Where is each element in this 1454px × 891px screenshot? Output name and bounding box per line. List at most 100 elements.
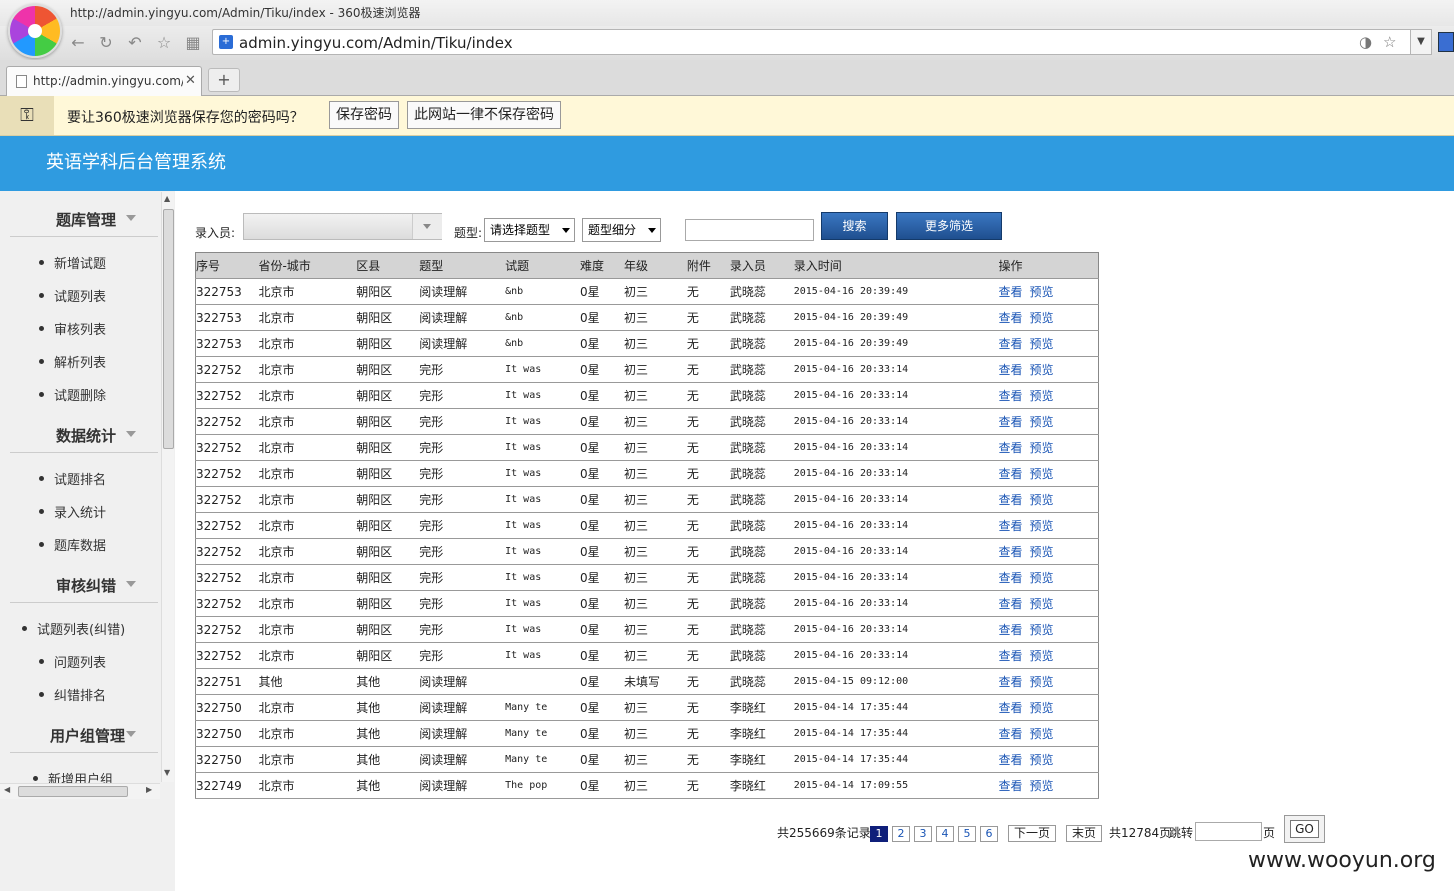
page-6-button[interactable]: 6: [980, 826, 998, 842]
page-5-button[interactable]: 5: [958, 826, 976, 842]
sidebar-item-question-ranking[interactable]: 试题排名: [38, 469, 106, 488]
page-3-button[interactable]: 3: [914, 826, 932, 842]
view-link[interactable]: 查看: [999, 571, 1023, 585]
view-link[interactable]: 查看: [999, 675, 1023, 689]
sidebar-item-error-ranking[interactable]: 纠错排名: [38, 685, 106, 704]
address-url[interactable]: admin.yingyu.com/Admin/Tiku/index: [239, 34, 513, 52]
sidebar-item-error-list[interactable]: 试题列表(纠错): [21, 619, 125, 638]
sidebar-group-review[interactable]: 审核纠错: [10, 557, 158, 603]
sidebar-item-delete-question[interactable]: 试题删除: [38, 385, 106, 404]
compat-mode-icon[interactable]: ◑: [1359, 33, 1372, 51]
preview-link[interactable]: 预览: [1030, 675, 1054, 689]
bookmark-star-icon[interactable]: ☆: [1383, 33, 1396, 51]
view-link[interactable]: 查看: [999, 545, 1023, 559]
more-filters-button[interactable]: 更多筛选: [896, 212, 1002, 240]
preview-link[interactable]: 预览: [1030, 623, 1054, 637]
scroll-right-icon[interactable]: ▶: [146, 785, 152, 794]
reload-icon[interactable]: ↻: [96, 33, 116, 53]
preview-link[interactable]: 预览: [1030, 415, 1054, 429]
preview-link[interactable]: 预览: [1030, 727, 1054, 741]
preview-link[interactable]: 预览: [1030, 519, 1054, 533]
cell-question: It was: [505, 642, 581, 669]
preview-link[interactable]: 预览: [1030, 779, 1054, 793]
view-link[interactable]: 查看: [999, 337, 1023, 351]
scroll-left-icon[interactable]: ◀: [4, 785, 10, 794]
sidebar-item-analysis-list[interactable]: 解析列表: [38, 352, 106, 371]
cell-grade: 初三: [623, 356, 687, 383]
preview-link[interactable]: 预览: [1030, 649, 1054, 663]
never-save-password-button[interactable]: 此网站一律不保存密码: [407, 101, 561, 129]
col-header-time: 录入时间: [793, 252, 999, 279]
preview-link[interactable]: 预览: [1030, 363, 1054, 377]
scroll-up-icon[interactable]: ▲: [164, 194, 170, 203]
scrollbar-thumb[interactable]: [18, 786, 128, 797]
sidebar-item-review-list[interactable]: 审核列表: [38, 319, 106, 338]
view-link[interactable]: 查看: [999, 519, 1023, 533]
preview-link[interactable]: 预览: [1030, 441, 1054, 455]
view-link[interactable]: 查看: [999, 649, 1023, 663]
page-1-button[interactable]: 1: [870, 826, 888, 842]
sidebar-horizontal-scrollbar[interactable]: ◀ ▶: [0, 783, 160, 799]
view-link[interactable]: 查看: [999, 597, 1023, 611]
view-link[interactable]: 查看: [999, 753, 1023, 767]
preview-link[interactable]: 预览: [1030, 571, 1054, 585]
subtype-select[interactable]: 题型细分: [582, 218, 661, 242]
preview-link[interactable]: 预览: [1030, 753, 1054, 767]
sidebar-group-tiku[interactable]: 题库管理: [10, 191, 158, 237]
preview-link[interactable]: 预览: [1030, 467, 1054, 481]
scrollbar-thumb[interactable]: [163, 209, 174, 449]
address-bar[interactable]: + admin.yingyu.com/Admin/Tiku/index ◑ ☆: [212, 29, 1430, 55]
back-icon[interactable]: ←: [68, 33, 88, 53]
page-2-button[interactable]: 2: [892, 826, 910, 842]
preview-link[interactable]: 预览: [1030, 493, 1054, 507]
jump-page-input[interactable]: [1195, 822, 1262, 841]
view-link[interactable]: 查看: [999, 467, 1023, 481]
sidebar-group-stats[interactable]: 数据统计: [10, 407, 158, 453]
preview-link[interactable]: 预览: [1030, 701, 1054, 715]
page-4-button[interactable]: 4: [936, 826, 954, 842]
view-link[interactable]: 查看: [999, 701, 1023, 715]
view-link[interactable]: 查看: [999, 441, 1023, 455]
sidebar-item-bank-data[interactable]: 题库数据: [38, 535, 106, 554]
preview-link[interactable]: 预览: [1030, 337, 1054, 351]
new-tab-button[interactable]: +: [208, 68, 240, 92]
view-link[interactable]: 查看: [999, 311, 1023, 325]
type-select[interactable]: 请选择题型: [484, 218, 575, 242]
address-dropdown-icon[interactable]: ▼: [1410, 29, 1432, 55]
sidebar-vertical-scrollbar[interactable]: ▲ ▼: [161, 192, 174, 782]
preview-link[interactable]: 预览: [1030, 311, 1054, 325]
sidebar-item-add-question[interactable]: 新增试题: [38, 253, 106, 272]
search-button[interactable]: 搜索: [821, 212, 888, 240]
sidebar-group-usergroup[interactable]: 用户组管理: [10, 707, 158, 753]
cell-city: 北京市: [258, 434, 357, 461]
view-link[interactable]: 查看: [999, 493, 1023, 507]
save-password-button[interactable]: 保存密码: [329, 101, 399, 129]
go-button[interactable]: GO: [1284, 815, 1325, 843]
browser-logo-icon[interactable]: [8, 4, 62, 58]
view-link[interactable]: 查看: [999, 727, 1023, 741]
preview-link[interactable]: 预览: [1030, 597, 1054, 611]
next-page-button[interactable]: 下一页: [1008, 825, 1057, 842]
apps-grid-icon[interactable]: ▦: [183, 33, 203, 53]
recorder-select[interactable]: [243, 213, 442, 240]
close-tab-icon[interactable]: ✕: [185, 73, 196, 88]
keyword-input[interactable]: [685, 219, 814, 241]
preview-link[interactable]: 预览: [1030, 545, 1054, 559]
sidebar-item-question-list[interactable]: 试题列表: [38, 286, 106, 305]
undo-icon[interactable]: ↶: [125, 33, 145, 53]
view-link[interactable]: 查看: [999, 779, 1023, 793]
extension-icon[interactable]: [1438, 32, 1454, 52]
last-page-button[interactable]: 末页: [1066, 825, 1103, 842]
preview-link[interactable]: 预览: [1030, 389, 1054, 403]
view-link[interactable]: 查看: [999, 415, 1023, 429]
view-link[interactable]: 查看: [999, 389, 1023, 403]
view-link[interactable]: 查看: [999, 285, 1023, 299]
browser-tab[interactable]: http://admin.yingyu.com/Admin/ ✕: [6, 66, 202, 96]
favorite-star-icon[interactable]: ☆: [154, 33, 174, 53]
sidebar-item-entry-stats[interactable]: 录入统计: [38, 502, 106, 521]
preview-link[interactable]: 预览: [1030, 285, 1054, 299]
sidebar-item-problem-list[interactable]: 问题列表: [38, 652, 106, 671]
view-link[interactable]: 查看: [999, 363, 1023, 377]
view-link[interactable]: 查看: [999, 623, 1023, 637]
scroll-down-icon[interactable]: ▼: [164, 768, 170, 777]
